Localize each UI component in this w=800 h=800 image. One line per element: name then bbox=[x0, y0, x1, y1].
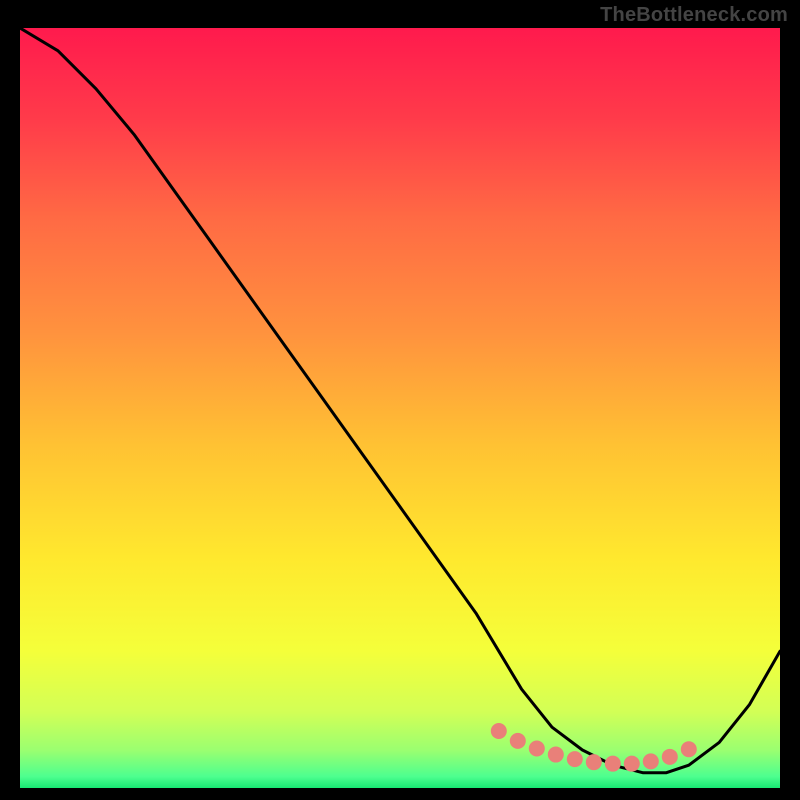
marker-dot bbox=[529, 740, 545, 756]
marker-dot bbox=[491, 723, 507, 739]
marker-dot bbox=[662, 749, 678, 765]
gradient-background bbox=[20, 28, 780, 788]
marker-dot bbox=[605, 756, 621, 772]
chart-plot-area bbox=[20, 28, 780, 788]
marker-dot bbox=[586, 754, 602, 770]
marker-dot bbox=[567, 751, 583, 767]
marker-dot bbox=[510, 733, 526, 749]
marker-dot bbox=[643, 753, 659, 769]
marker-dot bbox=[624, 756, 640, 772]
watermark-text: TheBottleneck.com bbox=[600, 4, 788, 27]
chart-frame: TheBottleneck.com bbox=[0, 0, 800, 800]
chart-svg bbox=[20, 28, 780, 788]
marker-dot bbox=[548, 747, 564, 763]
marker-dot bbox=[681, 741, 697, 757]
